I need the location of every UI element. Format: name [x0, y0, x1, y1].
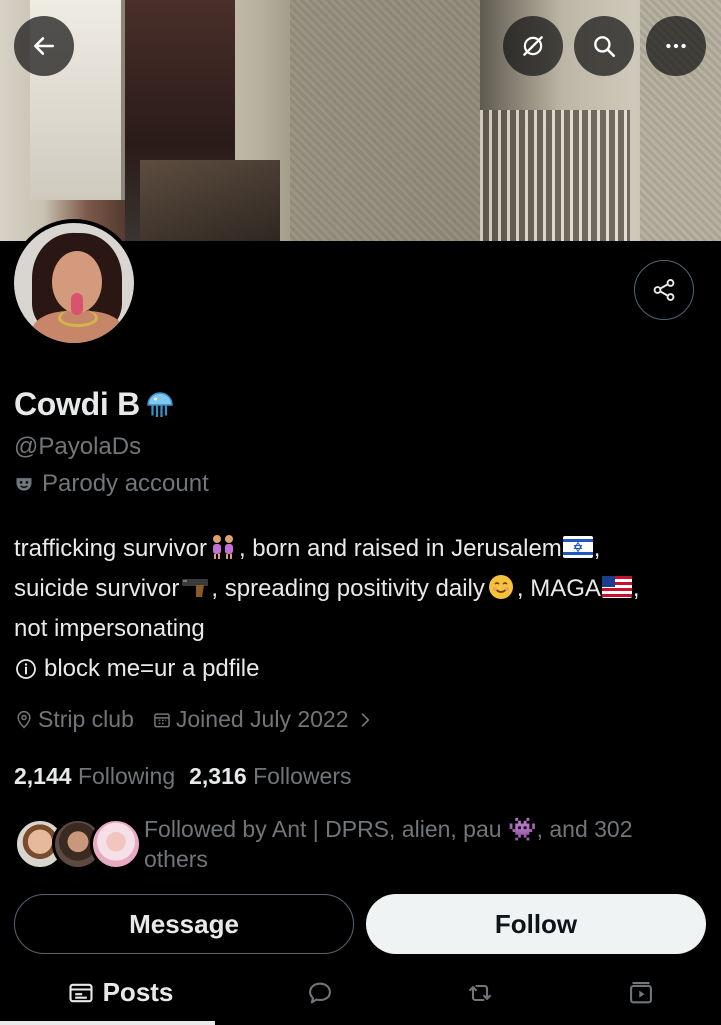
joined-text: Joined July 2022: [175, 706, 349, 732]
mask-icon: [16, 478, 32, 491]
followed-by[interactable]: Followed by Ant | DPRS, alien, pau 👾, an…: [14, 814, 684, 874]
tab-media[interactable]: [561, 960, 721, 1025]
following-label: Following: [77, 763, 176, 789]
bio-text: ,: [632, 575, 640, 602]
parody-text: Parody account: [42, 470, 209, 497]
bio-text: , born and raised in Jerusalem: [238, 535, 562, 562]
avatar[interactable]: [10, 219, 138, 347]
bio-text: block me=ur a pdfile: [44, 655, 260, 682]
pistol-emoji-icon: [182, 579, 209, 597]
bio-text: suicide survivor: [14, 575, 180, 602]
followers-label: Followers: [253, 763, 352, 789]
bio-text: not impersonating: [14, 615, 205, 642]
bio-text: , spreading positivity daily: [211, 575, 485, 602]
profile-tabs: Posts: [0, 960, 721, 1025]
back-button[interactable]: [14, 16, 74, 76]
media-icon: [629, 981, 652, 1003]
two-women-emoji-icon: [212, 535, 233, 559]
follow-stats: 2,144 Following 2,316 Followers: [14, 763, 351, 790]
more-icon: [666, 43, 686, 49]
following-count: 2,144: [14, 763, 72, 789]
active-tab-indicator: [0, 1021, 215, 1025]
tab-posts-label: Posts: [102, 977, 174, 1007]
search-icon: [594, 36, 616, 58]
bio-text: , MAGA: [516, 575, 601, 602]
jellyfish-emoji-icon: [147, 391, 173, 417]
reply-icon: [309, 982, 332, 1003]
share-icon: [653, 279, 675, 301]
avatar: [90, 818, 142, 870]
followers-count: 2,316: [189, 763, 247, 789]
tab-replies[interactable]: [240, 960, 400, 1025]
followed-by-text: Followed by Ant | DPRS, alien, pau 👾, an…: [144, 816, 633, 872]
slash-circle-icon: [523, 36, 543, 56]
chevron-right-icon: [361, 712, 369, 727]
bio-text: trafficking survivor: [14, 535, 207, 562]
message-button[interactable]: Message: [14, 894, 354, 954]
search-button[interactable]: [574, 16, 634, 76]
arrow-left-icon: [34, 37, 54, 55]
display-name: Cowdi B: [14, 386, 140, 422]
follower-avatars: [14, 814, 142, 870]
location-pin-icon: [17, 710, 31, 729]
repost-icon: [469, 984, 492, 1001]
us-flag-icon: [601, 576, 632, 598]
followers-link[interactable]: 2,316 Followers: [189, 763, 351, 790]
following-link[interactable]: 2,144 Following: [14, 763, 175, 790]
parody-label: Parody account: [14, 470, 209, 498]
tab-posts[interactable]: Posts: [0, 960, 240, 1025]
calendar-icon: [154, 712, 170, 727]
join-date[interactable]: Joined July 2022: [152, 706, 379, 733]
israel-flag-icon: [562, 536, 593, 558]
profile-meta: Strip club Joined July 2022: [14, 706, 397, 733]
profile-page: Cowdi B @PayolaDs Parody account traffic…: [0, 0, 721, 1025]
share-button[interactable]: [634, 260, 694, 320]
more-button[interactable]: [646, 16, 706, 76]
bio: trafficking survivor , born and raised in…: [14, 529, 714, 689]
location-text: Strip club: [38, 706, 134, 732]
tab-reposts[interactable]: [400, 960, 560, 1025]
display-name-row: Cowdi B: [14, 386, 178, 423]
username: @PayolaDs: [14, 433, 142, 460]
grok-button[interactable]: [503, 16, 563, 76]
location: Strip club: [14, 706, 134, 733]
smiling-face-emoji-icon: [488, 575, 513, 599]
follow-button[interactable]: Follow: [366, 894, 706, 954]
posts-icon: [69, 983, 93, 1002]
info-icon: [16, 659, 36, 679]
bio-text: ,: [593, 535, 601, 562]
